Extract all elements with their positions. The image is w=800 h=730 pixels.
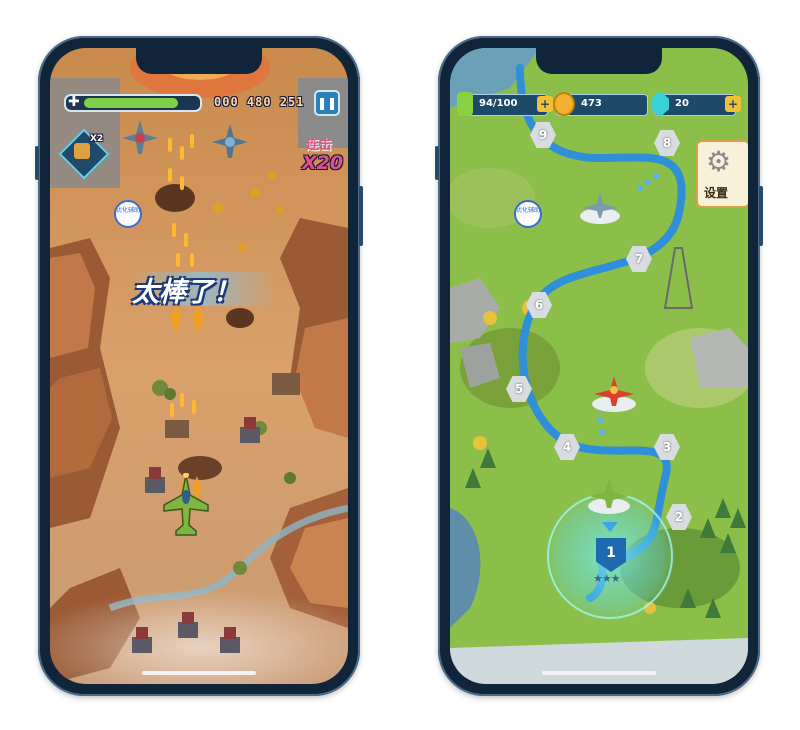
star-icon: ★ [610, 572, 621, 585]
notch [136, 48, 262, 74]
assist-badge: 优化辅助 [514, 200, 542, 228]
power-button [359, 186, 363, 246]
bomb-multiplier: X2 [90, 134, 104, 144]
settings-button[interactable]: ⚙ 设置 [696, 140, 748, 208]
coin-icon [553, 92, 575, 116]
level-number: 5 [514, 382, 524, 396]
volume-button [435, 146, 439, 180]
gameplay-screen: ✚ 000 480 251 ❚❚ X2 连击 X20 优化辅助 太棒了！ [50, 48, 348, 684]
energy-counter: 94/100 + [457, 92, 553, 116]
current-level-marker-icon [602, 522, 618, 532]
settings-label: 设置 [704, 186, 729, 200]
energy-battery-icon [457, 92, 473, 116]
enemy-plane-icon [122, 120, 158, 154]
gem-value: 20 [675, 98, 689, 109]
gem-icon [651, 91, 669, 117]
level-map-screen: 9 8 7 6 5 4 3 2 1 ★★★ 94/100 + 473 20 + … [450, 48, 748, 684]
assist-badge-text: 优化辅助 [116, 207, 141, 214]
health-fill [84, 98, 178, 108]
home-indicator [142, 671, 256, 675]
health-bar: ✚ [64, 94, 202, 112]
level-number: 8 [662, 136, 672, 150]
player-plane-icon[interactable] [586, 472, 632, 516]
coin-value: 473 [581, 98, 602, 109]
home-indicator [542, 671, 656, 675]
enemy-plane-icon [212, 124, 248, 158]
combo-value: X20 [302, 152, 344, 174]
level-number: 1 [606, 545, 616, 561]
plane-unlock-icon[interactable] [590, 370, 638, 414]
plus-icon: ✚ [68, 94, 80, 110]
combo-label: 连击 [306, 138, 333, 153]
gem-counter: 20 + [651, 91, 741, 117]
level-number: 4 [562, 440, 572, 454]
assist-badge-text: 优化辅助 [516, 207, 541, 214]
bomb-crate-icon [74, 143, 90, 159]
gear-icon: ⚙ [706, 145, 732, 178]
phone-frame-left: ✚ 000 480 251 ❚❚ X2 连击 X20 优化辅助 太棒了！ [35, 36, 363, 696]
level-number: 6 [534, 298, 544, 312]
power-button [759, 186, 763, 246]
star-icon: ★ [593, 572, 603, 585]
assist-badge: 优化辅助 [114, 200, 142, 228]
level-number: 7 [634, 252, 644, 266]
praise-text: 太棒了！ [132, 277, 240, 308]
pause-button[interactable]: ❚❚ [314, 90, 340, 116]
add-energy-button[interactable]: + [537, 96, 553, 112]
level-number: 3 [662, 440, 672, 454]
energy-value: 94/100 [479, 98, 518, 109]
level-number: 9 [538, 128, 548, 142]
player-plane-icon[interactable] [162, 473, 210, 537]
add-gems-button[interactable]: + [725, 96, 741, 112]
phone-frame-right: 9 8 7 6 5 4 3 2 1 ★★★ 94/100 + 473 20 + … [435, 36, 763, 696]
volume-button [35, 146, 39, 180]
star-icon: ★ [601, 572, 612, 585]
level-stars: ★★★ [593, 572, 621, 585]
coin-counter: 473 [553, 92, 648, 116]
pause-icon: ❚❚ [316, 96, 338, 110]
notch [536, 48, 662, 74]
score-display: 000 480 251 [214, 95, 305, 109]
level-number: 2 [674, 510, 684, 524]
plane-unlock-icon[interactable] [578, 186, 622, 226]
